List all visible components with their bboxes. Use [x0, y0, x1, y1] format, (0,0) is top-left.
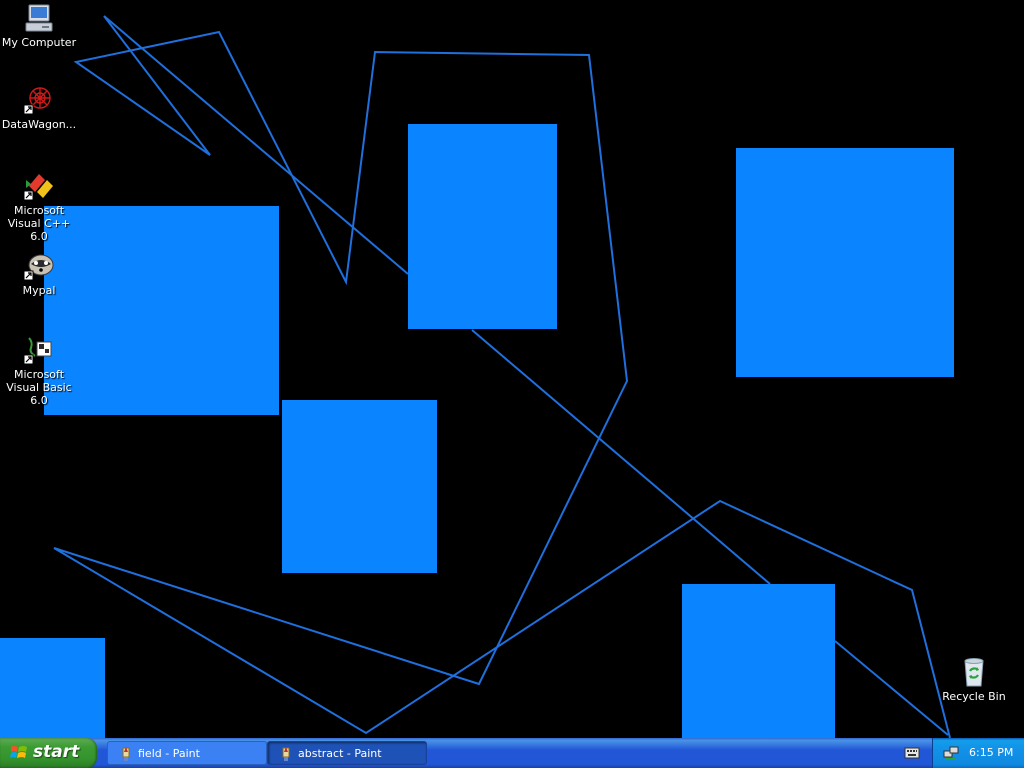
- desktop-icon-label: Mypal: [22, 284, 56, 297]
- system-tray: 6:15 PM: [932, 738, 1024, 768]
- start-label: start: [33, 742, 80, 762]
- taskbar: start field - Paint abstract - Paint 6:1…: [0, 738, 1024, 768]
- paint-icon: [122, 747, 130, 761]
- network-icon[interactable]: [943, 745, 959, 761]
- taskbar-button-abstract-paint[interactable]: abstract - Paint: [267, 741, 427, 765]
- wallpaper-rect-1: [44, 206, 279, 415]
- desktop-icon-label: Microsoft Visual C++ 6.0: [7, 204, 71, 243]
- recycle-bin-icon: [964, 658, 984, 687]
- visual-cpp-shortcut-icon: [23, 174, 53, 201]
- keyboard-icon[interactable]: [904, 746, 920, 760]
- desktop-icon-label: Microsoft Visual Basic 6.0: [6, 368, 72, 407]
- visual-basic-shortcut-icon: [23, 337, 52, 365]
- wallpaper-rect-2: [408, 124, 557, 329]
- wallpaper-rect-3: [736, 148, 954, 377]
- start-button[interactable]: start: [0, 738, 97, 768]
- paint-icon: [282, 747, 290, 761]
- wallpaper-abstract: [0, 15, 954, 738]
- wallpaper-rect-4: [282, 400, 437, 573]
- mypal-shortcut-icon: [23, 254, 54, 281]
- desktop-icon-label: My Computer: [1, 36, 77, 49]
- datawagon-shortcut-icon: [23, 87, 51, 115]
- desktop-icon-visual-cpp[interactable]: Microsoft Visual C++ 6.0: [0, 170, 78, 243]
- desktop-icon-label: DataWagon...: [1, 118, 77, 131]
- task-label: field - Paint: [138, 747, 200, 760]
- desktop-icon-label: Recycle Bin: [942, 690, 1006, 703]
- windows-logo-icon: [10, 746, 27, 758]
- wallpaper-line-4: [834, 640, 949, 736]
- taskbar-button-field-paint[interactable]: field - Paint: [107, 741, 267, 765]
- desktop-icon-mypal[interactable]: Mypal: [0, 250, 78, 297]
- my-computer-icon: [25, 4, 53, 32]
- wallpaper-rect-5: [0, 638, 105, 738]
- desktop-icon-recycle-bin[interactable]: Recycle Bin: [935, 656, 1013, 703]
- desktop-icon-visual-basic[interactable]: Microsoft Visual Basic 6.0: [0, 334, 78, 407]
- desktop-icon-my-computer[interactable]: My Computer: [0, 2, 78, 49]
- wallpaper-line-3: [471, 329, 771, 585]
- desktop-icon-datawagon[interactable]: DataWagon...: [0, 84, 78, 131]
- desktop: My Computer DataWagon... Microsoft Visua…: [0, 0, 1024, 738]
- clock[interactable]: 6:15 PM: [969, 746, 1013, 759]
- task-label: abstract - Paint: [298, 747, 382, 760]
- wallpaper-rect-6: [682, 584, 835, 738]
